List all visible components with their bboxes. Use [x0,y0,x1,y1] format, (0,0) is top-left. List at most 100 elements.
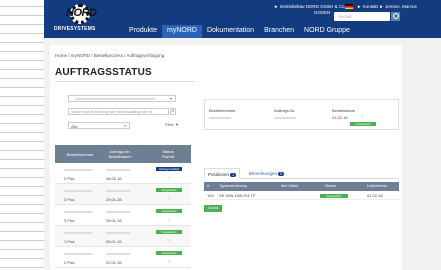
star-icon[interactable]: ☆ [167,259,171,265]
nav-branchen[interactable]: Branchen [259,25,299,38]
page-title: AUFTRAGSSTATUS [55,67,152,78]
ruled-line [0,60,44,61]
star-icon[interactable]: ☆ [167,175,171,181]
star-icon[interactable]: ☆ [167,238,171,244]
ruled-line [0,78,44,79]
ruled-line [0,204,44,205]
header-typ: Typbezeichnung [219,184,247,188]
header-liefertermin: Liefertermin [367,184,388,188]
tab-bemerkungen[interactable]: Bemerkungen 0 [246,168,287,179]
header-auftrag[interactable]: Auftrags-Nr. Bestelldatum [104,149,136,159]
ruled-line [0,240,44,241]
header-bestellnummer[interactable]: Bestellnummer [63,152,97,157]
pos-num: 100 [207,193,214,198]
ruled-line [0,87,44,88]
contact-link[interactable]: ► Kontakt ► Jensen, Marcus [357,4,417,9]
auftrag-placeholder [106,253,130,255]
table-row[interactable]: 100 SK 9/05-100LP/4 TF Ausgeliefert 01.0… [204,191,399,200]
position-count: 3 Pos. [64,197,76,202]
header-status: Status [325,184,336,188]
star-icon[interactable]: ☆ [167,217,171,223]
header: NORD DRIVESYSTEMS ► Getriebebau NORD Gmb… [44,0,441,38]
header-status[interactable]: Status Favorit [156,149,180,159]
pos-type: SK 9/05-100LP/4 TF [219,193,256,198]
tab-positionen[interactable]: Positionen 1 [204,168,241,179]
title-divider [55,81,195,82]
position-count: 3 Pos. [64,218,76,223]
status-select[interactable]: Alle ▾ [68,122,130,129]
auftrag-placeholder [106,232,130,234]
table-row[interactable]: 2 Pos. 08.02.16 Auftrag bestätigt ☆ [55,163,191,184]
filter-toggle[interactable]: Filter ▼ [165,122,179,127]
nord-logo[interactable]: NORD DRIVESYSTEMS [52,3,106,36]
search-icon[interactable]: ⌕ [170,108,176,115]
ruled-line [0,96,44,97]
page: NORD DRIVESYSTEMS ► Getriebebau NORD Gmb… [44,0,441,270]
positions-table: # Typbezeichnung Ihre Matnr Status Liefe… [204,182,399,200]
customer-select[interactable]: ▾ [68,95,176,102]
nav-dokumentation[interactable]: Dokumentation [202,25,259,38]
auftrag-placeholder [106,190,130,192]
ruled-line [0,150,44,151]
star-icon[interactable]: ☆ [360,113,364,119]
auftrag-placeholder [106,211,130,213]
select-value-placeholder [75,98,155,100]
order-date: 29.01.16 [106,197,122,202]
company-location: GOSEN [314,10,331,15]
header-num: # [207,184,210,188]
nav-produkte[interactable]: Produkte [124,25,162,38]
status-badge: Ausgeliefert [156,251,182,255]
order-number-placeholder [64,211,92,213]
ruled-line [0,69,44,70]
ruled-line [0,258,44,259]
table-row[interactable]: 3 Pos. 29.01.16 Ausgeliefert ☆ [55,205,191,226]
order-date: 22.01.16 [106,260,122,265]
search-icon[interactable] [391,12,400,21]
table-row[interactable]: 2 Pos. 22.01.16 Ausgeliefert ☆ [55,247,191,268]
status-badge: Ausgeliefert [156,230,182,234]
ruled-line [0,123,44,124]
ruled-line [0,213,44,214]
ruled-line [0,51,44,52]
orders-table-header: Bestellnummer Auftrags-Nr. Bestelldatum … [55,145,191,163]
breadcrumb[interactable]: Home / myNORD / Bestellprozess / Auftrag… [55,53,164,58]
status-badge: Auftrag bestätigt [156,167,182,171]
ruled-line [0,195,44,196]
main-nav: Produkte myNORD Dokumentation Branchen N… [124,25,355,38]
company-name[interactable]: ► Getriebebau NORD GmbH & Co. KG [274,4,354,9]
main-content: Home / myNORD / Bestellprozess / Auftrag… [50,45,402,270]
label-bestelldatum: Bestelldatum [332,108,356,113]
chevron-down-icon: ▾ [169,96,172,101]
detail-tabs: Positionen 1 Bemerkungen 0 [204,168,399,179]
ruled-line [0,6,44,7]
status-badge: Ausgeliefert [350,122,376,126]
table-row[interactable]: 1 Pos. 29.01.16 Ausgeliefert ☆ [55,226,191,247]
star-icon[interactable]: ☆ [167,196,171,202]
positions-table-header: # Typbezeichnung Ihre Matnr Status Liefe… [204,182,399,191]
search-input[interactable]: SUCHE [334,12,390,21]
ruled-line [0,177,44,178]
orders-table: Bestellnummer Auftrags-Nr. Bestelldatum … [55,145,191,268]
order-search-input[interactable]: Suche nach Bestellung oder Kundenauftrag… [68,108,169,115]
value-placeholder [274,117,296,119]
nav-nord-gruppe[interactable]: NORD Gruppe [299,25,355,38]
pos-date: 01.02.16 [367,193,383,198]
ruled-line [0,249,44,250]
ruled-line [0,42,44,43]
ruled-line [0,132,44,133]
order-number-placeholder [64,190,92,192]
order-date: 29.01.16 [106,218,122,223]
german-flag-icon[interactable] [345,4,353,9]
ruled-line [0,231,44,232]
header-matnr: Ihre Matnr [281,184,299,188]
status-badge: Ausgeliefert [320,194,348,198]
left-ruled-strip [0,0,44,270]
order-number-placeholder [64,232,92,234]
ruled-line [0,141,44,142]
table-row[interactable]: 3 Pos. 29.01.16 Ausgeliefert ☆ [55,184,191,205]
value-bestelldatum: 21.01.16 [332,115,348,120]
ruled-line [0,33,44,34]
back-button[interactable]: Zurück [204,205,222,212]
nav-mynord[interactable]: myNORD [162,25,202,38]
position-count: 2 Pos. [64,176,76,181]
